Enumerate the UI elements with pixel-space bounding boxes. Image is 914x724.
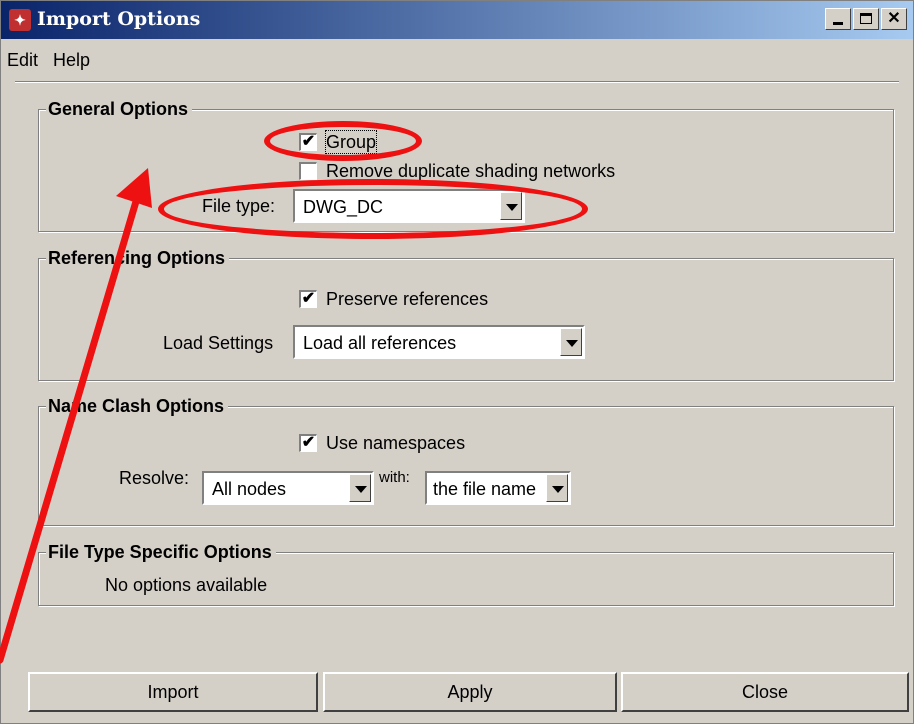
file-type-dropdown[interactable]: DWG_DC [293,189,525,223]
menu-separator [15,81,899,83]
referencing-options-group: Referencing Options [38,247,894,381]
load-settings-value: Load all references [303,333,457,353]
maximize-icon [860,13,872,24]
app-icon: ✦ [9,9,31,31]
chevron-down-icon[interactable] [349,474,371,502]
general-options-title: General Options [46,98,193,120]
with-dropdown[interactable]: the file name [425,471,571,505]
close-window-button[interactable]: ✕ [881,8,907,30]
close-button[interactable]: Close [621,672,909,712]
chevron-down-icon[interactable] [546,474,568,502]
import-options-window: ✦ Import Options ✕ Edit Help General Opt… [0,0,914,724]
use-namespaces-label[interactable]: Use namespaces [326,432,465,454]
file-type-value: DWG_DC [303,197,383,217]
chevron-down-icon[interactable] [500,192,522,220]
file-type-label: File type: [202,196,276,216]
window-controls: ✕ [823,8,907,30]
file-type-specific-title: File Type Specific Options [46,541,276,563]
use-namespaces-checkbox[interactable]: ✔ [299,434,317,452]
menu-edit[interactable]: Edit [7,49,38,71]
apply-button[interactable]: Apply [323,672,617,712]
preserve-references-checkbox[interactable]: ✔ [299,290,317,308]
minimize-icon [833,22,843,25]
remove-duplicate-checkbox[interactable] [299,162,317,180]
window-title: Import Options [37,8,201,30]
remove-duplicate-label[interactable]: Remove duplicate shading networks [326,160,615,182]
resolve-label: Resolve: [119,468,190,488]
close-icon: ✕ [887,10,901,27]
maximize-button[interactable] [853,8,879,30]
with-value: the file name [433,479,537,499]
minimize-button[interactable] [825,8,851,30]
name-clash-options-group: Name Clash Options [38,395,894,526]
with-label: with: [379,469,410,486]
resolve-value: All nodes [212,479,287,499]
load-settings-dropdown[interactable]: Load all references [293,325,585,359]
chevron-down-icon[interactable] [560,328,582,356]
name-clash-options-title: Name Clash Options [46,395,229,417]
menu-bar: Edit Help [1,43,913,75]
group-checkbox[interactable]: ✔ [299,133,317,151]
title-bar[interactable]: ✦ Import Options ✕ [1,1,913,39]
resolve-dropdown[interactable]: All nodes [202,471,374,505]
no-options-message: No options available [105,575,268,595]
group-checkbox-label[interactable]: Group [324,130,378,154]
import-button[interactable]: Import [28,672,318,712]
load-settings-label: Load Settings [163,333,274,353]
menu-help[interactable]: Help [53,49,90,71]
preserve-references-label[interactable]: Preserve references [326,288,488,310]
referencing-options-title: Referencing Options [46,247,230,269]
